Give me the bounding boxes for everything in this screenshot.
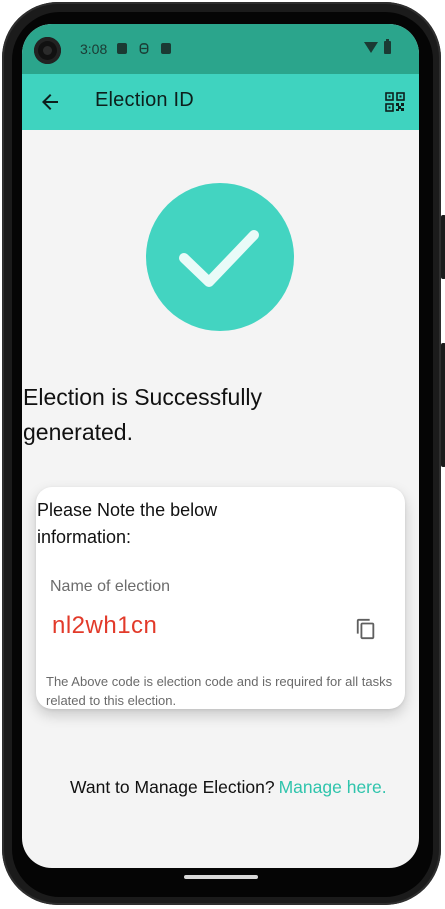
manage-election-row: Want to Manage Election? Manage here.	[70, 777, 387, 798]
gesture-nav-bar[interactable]	[184, 875, 258, 879]
camera-hole	[34, 37, 61, 64]
app-bar: Election ID	[22, 74, 419, 130]
volume-button	[441, 343, 445, 467]
battery-icon	[384, 39, 391, 54]
sd-card-icon	[161, 43, 171, 54]
power-button	[441, 215, 445, 279]
card-heading: Please Note the below information:	[37, 500, 218, 547]
success-circle	[146, 183, 294, 331]
election-info-card: Please Note the below information: Name …	[36, 487, 405, 709]
check-icon	[179, 230, 259, 287]
card-note: The Above code is election code and is r…	[46, 674, 393, 708]
arrow-back-icon[interactable]	[38, 90, 62, 114]
notification-s-icon	[139, 43, 149, 54]
wifi-icon	[364, 42, 378, 53]
success-message: Election is Successfully generated.	[23, 384, 263, 445]
manage-here-link[interactable]: Manage here.	[279, 777, 387, 797]
manage-prompt: Want to Manage Election?	[70, 777, 275, 797]
status-time: 3:08	[80, 41, 108, 57]
election-code: nl2wh1cn	[52, 612, 158, 639]
phone-frame: 3:08 Election ID Election is Successfull…	[0, 0, 445, 909]
status-bar: 3:08	[22, 24, 419, 74]
notification-a-icon	[117, 43, 127, 54]
page-title: Election ID	[95, 89, 194, 111]
app-screen: 3:08 Election ID Election is Successfull…	[22, 24, 419, 868]
copy-icon[interactable]	[355, 617, 377, 641]
status-right	[364, 39, 391, 54]
qr-code-icon[interactable]	[385, 92, 405, 112]
election-name-label: Name of election	[50, 578, 171, 595]
